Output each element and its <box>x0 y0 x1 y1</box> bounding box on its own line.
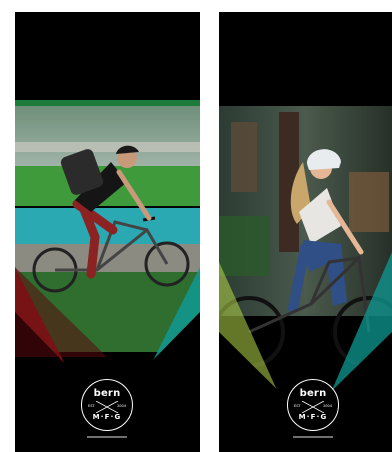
bern-logo: bern EST 2004 M·F·G <box>81 379 133 431</box>
bern-logo: bern EST 2004 M·F·G <box>287 379 339 431</box>
logo-tagline-mark <box>87 436 127 438</box>
logo-brand-text: bern <box>299 388 327 399</box>
logo-brand-text: bern <box>93 388 121 399</box>
logo-year-text: 2004 <box>323 404 332 408</box>
ad-banners-canvas: bern EST 2004 M·F·G bern EST 2004 M·F·G <box>0 0 392 452</box>
ad-banner-left: bern EST 2004 M·F·G <box>15 12 200 452</box>
logo-mfg-text: M·F·G <box>298 413 328 421</box>
logo-year-text: 2004 <box>117 404 126 408</box>
ad-banner-right: bern EST 2004 M·F·G <box>219 12 392 452</box>
logo-tagline-mark <box>293 436 333 438</box>
logo-est-text: EST <box>294 404 301 408</box>
logo-est-text: EST <box>88 404 95 408</box>
logo-mfg-text: M·F·G <box>92 413 122 421</box>
